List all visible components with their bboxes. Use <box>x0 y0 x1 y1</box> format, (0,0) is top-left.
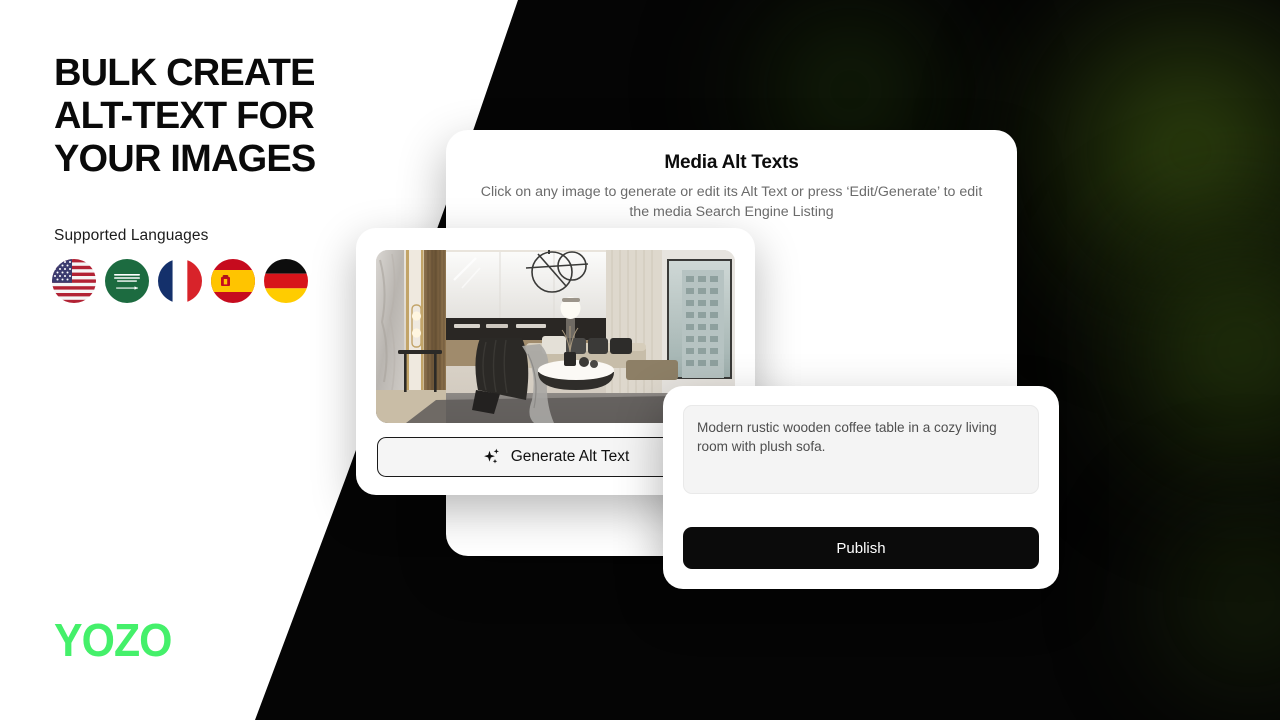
headline-line-1: BULK CREATE <box>54 52 316 94</box>
alt-text-input[interactable] <box>683 405 1039 494</box>
headline-line-3: YOUR IMAGES <box>54 138 316 180</box>
flag-saudi-arabia-icon <box>105 259 149 303</box>
publish-button[interactable]: Publish <box>683 527 1039 569</box>
alt-text-editor-panel: Publish <box>663 386 1059 589</box>
flag-france-icon <box>158 259 202 303</box>
media-alt-texts-subtitle: Click on any image to generate or edit i… <box>480 184 983 220</box>
supported-languages-flag-list <box>52 259 308 303</box>
headline-line-2: ALT-TEXT FOR <box>54 95 315 137</box>
sparkle-icon <box>483 448 499 464</box>
background-glow-bottom-right <box>1110 470 1280 720</box>
media-alt-texts-title: Media Alt Texts <box>664 152 799 173</box>
supported-languages-label: Supported Languages <box>54 227 209 244</box>
flag-spain-icon <box>211 259 255 303</box>
generate-alt-text-label: Generate Alt Text <box>510 448 630 465</box>
flag-germany-icon <box>264 259 308 303</box>
brand-logo: YOZO <box>54 614 172 666</box>
page-title: BULK CREATE ALT-TEXT FOR YOUR IMAGES <box>54 52 384 181</box>
flag-united-states-icon <box>52 259 96 303</box>
promo-banner: BULK CREATE ALT-TEXT FOR YOUR IMAGES Sup… <box>0 0 1280 720</box>
